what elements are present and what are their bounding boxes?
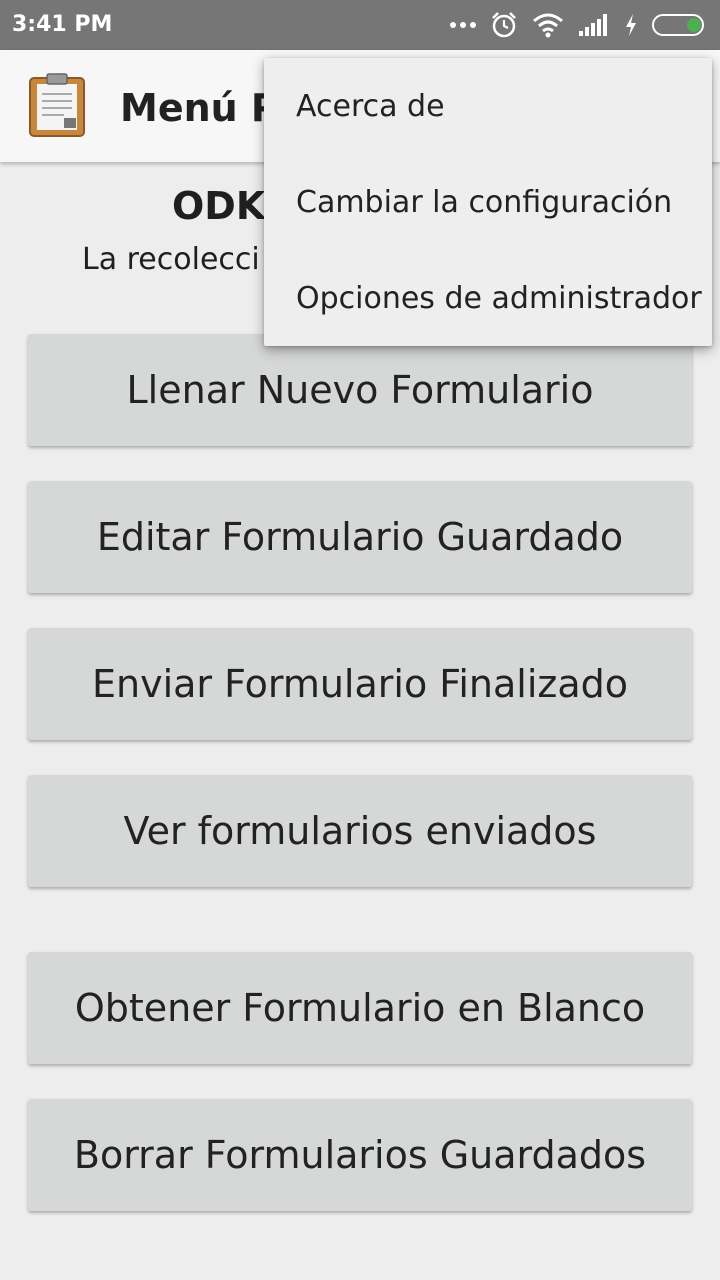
- more-dots-icon: [450, 22, 476, 28]
- get-blank-form-button[interactable]: Obtener Formulario en Blanco: [28, 952, 692, 1064]
- page-subtitle: La recolecci: [82, 242, 260, 277]
- clipboard-icon: [29, 73, 85, 137]
- fill-new-form-button[interactable]: Llenar Nuevo Formulario: [28, 334, 692, 446]
- signal-icon: [579, 14, 607, 36]
- menu-item-change-settings[interactable]: Cambiar la configuración: [264, 154, 712, 250]
- view-sent-forms-button[interactable]: Ver formularios enviados: [28, 775, 692, 887]
- status-time: 3:41 PM: [12, 12, 113, 37]
- alarm-icon: [492, 12, 516, 38]
- edit-saved-form-button[interactable]: Editar Formulario Guardado: [28, 481, 692, 593]
- battery-icon: [652, 14, 704, 36]
- overflow-menu: Acerca de Cambiar la configuración Opcio…: [264, 58, 712, 346]
- menu-item-admin-options[interactable]: Opciones de administrador: [264, 250, 712, 346]
- status-bar: 3:41 PM: [0, 0, 720, 50]
- charging-icon: [626, 14, 636, 36]
- wifi-icon: [533, 13, 563, 38]
- page-title: ODK: [172, 184, 266, 228]
- delete-saved-forms-button[interactable]: Borrar Formularios Guardados: [28, 1099, 692, 1211]
- menu-item-about[interactable]: Acerca de: [264, 58, 712, 154]
- status-icons: [450, 10, 708, 40]
- send-finalized-form-button[interactable]: Enviar Formulario Finalizado: [28, 628, 692, 740]
